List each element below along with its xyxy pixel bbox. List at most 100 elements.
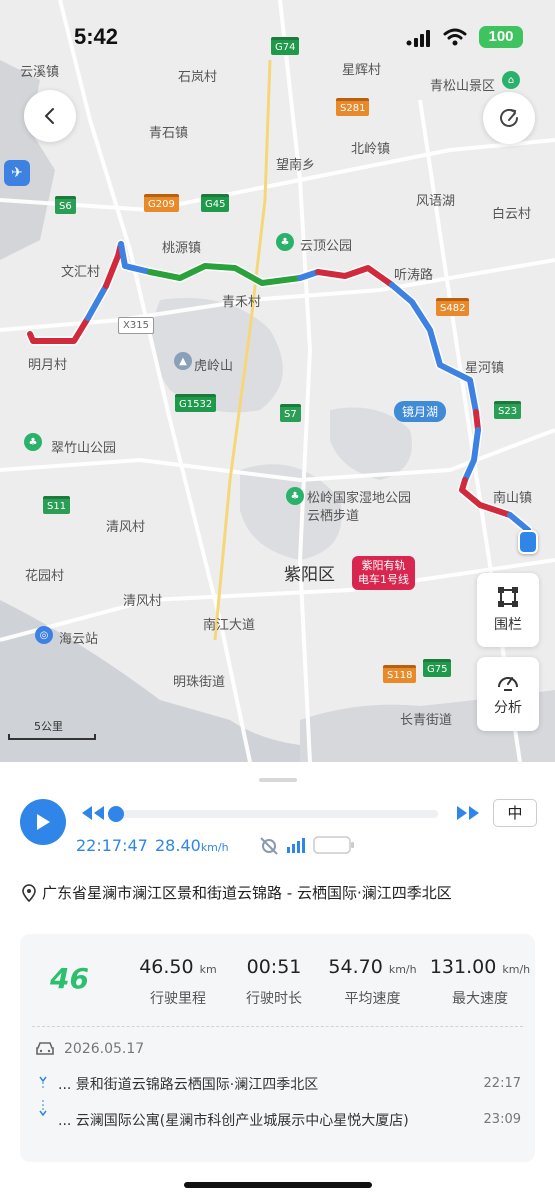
trip-sheet: 中 22:17:47 28.40km/h 广东省星澜市澜江区景和街道云锦路 - … [0,762,555,1200]
car-icon [36,1042,54,1055]
map-label: 花园村 [25,569,65,584]
map-label: 云顶公园 [300,239,353,254]
map-label: 云栖步道 [307,509,360,524]
map-label: 明珠街道 [173,675,226,690]
map-label: 风语湖 [416,194,456,209]
stat-value: 46.50 km [139,956,217,978]
map-label: 南山镇 [493,491,533,506]
road-shield: X315 [118,317,154,334]
fence-label: 围栏 [494,617,522,633]
map-label: 清风村 [123,594,163,609]
battery-indicator: 100 [479,26,523,48]
metro-tag-line1: 紫阳有轨 [361,559,406,572]
scale-bar [8,734,96,740]
map-label: 南江大道 [203,618,256,633]
map-label: 虎岭山 [194,359,234,374]
back-button[interactable] [24,90,76,142]
trip-summary-card[interactable]: 46 46.50 km 行驶里程 00:51 行驶时长 54.70 km/h 平… [20,934,535,1162]
progress-knob[interactable] [108,806,124,822]
road-shield: S6 [55,196,76,214]
trip-date: 2026.05.17 [64,1041,145,1057]
stat-value: 131.00 km/h [429,956,531,978]
map-scale: 5公里 [8,718,96,740]
metro-tag-line2: 电车1号线 [358,573,409,586]
device-battery-icon [313,836,354,854]
analysis-button[interactable]: 分析 [477,657,539,731]
gauge-icon [498,677,518,691]
fast-forward-icon[interactable] [455,804,481,822]
map-label: 青禾村 [222,295,262,310]
refresh-button[interactable] [483,92,535,144]
district-label: 紫阳区 [284,565,335,585]
stat-max-speed: 131.00 km/h 最大速度 [426,956,534,1008]
stat-label: 行驶里程 [150,991,206,1007]
map-label: 星河镇 [465,361,505,376]
driving-score: 46 [50,962,89,995]
map-label: 翠竹山公园 [51,441,117,456]
map-label: 青松山景区 [430,79,496,94]
map-label: 清风村 [106,520,146,535]
fence-icon [498,587,518,607]
stat-duration: 00:51 行驶时长 [232,956,316,1008]
chevron-left-icon [44,108,54,124]
address-line: 广东省星澜市澜江区景和街道云锦路 - 云栖国际·澜江四季北区 [22,882,452,903]
start-marker-icon [39,1076,47,1089]
road-shield: S11 [43,496,71,514]
mountain-icon: ▲ [174,352,192,370]
trip-start: ... 景和街道云锦路云栖国际·澜江四季北区 [58,1077,319,1093]
airport-icon: ✈ [4,160,30,186]
stat-label: 最大速度 [452,991,508,1007]
playback-speed: 28.40km/h [155,836,229,855]
road-shield: G45 [201,194,230,212]
map-label: 北岭镇 [351,142,391,157]
map-label: 明月村 [28,358,68,373]
route-track [25,239,533,535]
status-time: 5:42 [74,24,119,49]
trip-end-time: 23:09 [483,1112,521,1127]
stat-value: 54.70 km/h [328,956,417,978]
play-button[interactable] [20,799,66,845]
road-shield: G1532 [175,394,217,412]
map-view[interactable]: 云溪镇 石岚村 星辉村 青松山景区 青石镇 望南乡 北岭镇 风语湖 白云村 桃源… [0,0,555,762]
play-icon [37,814,50,830]
signal-icon [287,838,305,853]
car-marker [518,530,538,554]
cellular-icon [406,30,430,47]
route-segment-fast [85,283,109,321]
road-shield: S281 [336,98,370,116]
speed-value: 28.40 [155,836,201,855]
road-shield: S118 [383,665,417,683]
park-icon: ♣ [286,487,304,505]
stat-label: 行驶时长 [246,991,302,1007]
lake-tag: 镜月湖 [394,401,447,422]
road-shield: G209 [144,194,179,212]
scenic-icon: ⌂ [502,71,520,89]
rewind-icon[interactable] [80,804,106,822]
status-bar: 5:42 100 [0,0,555,70]
trip-end: ... 云澜国际公寓(星澜市科创产业城展示中心星悦大厦店) [58,1113,409,1129]
map-label: 松岭国家湿地公园 [307,491,412,506]
progress-track[interactable] [108,806,438,822]
metro-tag: 紫阳有轨 电车1号线 [352,556,415,590]
road-shield: S23 [494,401,522,419]
fence-button[interactable]: 围栏 [477,573,539,647]
scale-label: 5公里 [34,720,63,733]
map-label: 白云村 [492,207,532,222]
stat-label: 平均速度 [344,991,401,1007]
location-pin-icon [22,883,36,902]
wifi-icon [443,28,467,46]
sheet-handle[interactable] [259,778,297,782]
map-label: 长青街道 [400,713,453,728]
gps-off-icon [260,837,278,855]
stat-value: 00:51 [246,956,302,978]
map-label: 听涛路 [394,268,434,283]
trip-start-time: 22:17 [483,1076,521,1091]
end-marker-icon [39,1100,47,1117]
refresh-icon [500,108,518,127]
address-text: 广东省星澜市澜江区景和街道云锦路 - 云栖国际·澜江四季北区 [42,884,452,902]
playback-speed-button[interactable]: 中 [493,799,537,827]
station-icon: ◎ [35,626,53,644]
map-label: 桃源镇 [162,241,202,256]
divider [32,1026,523,1027]
park-icon: ♣ [276,233,294,251]
